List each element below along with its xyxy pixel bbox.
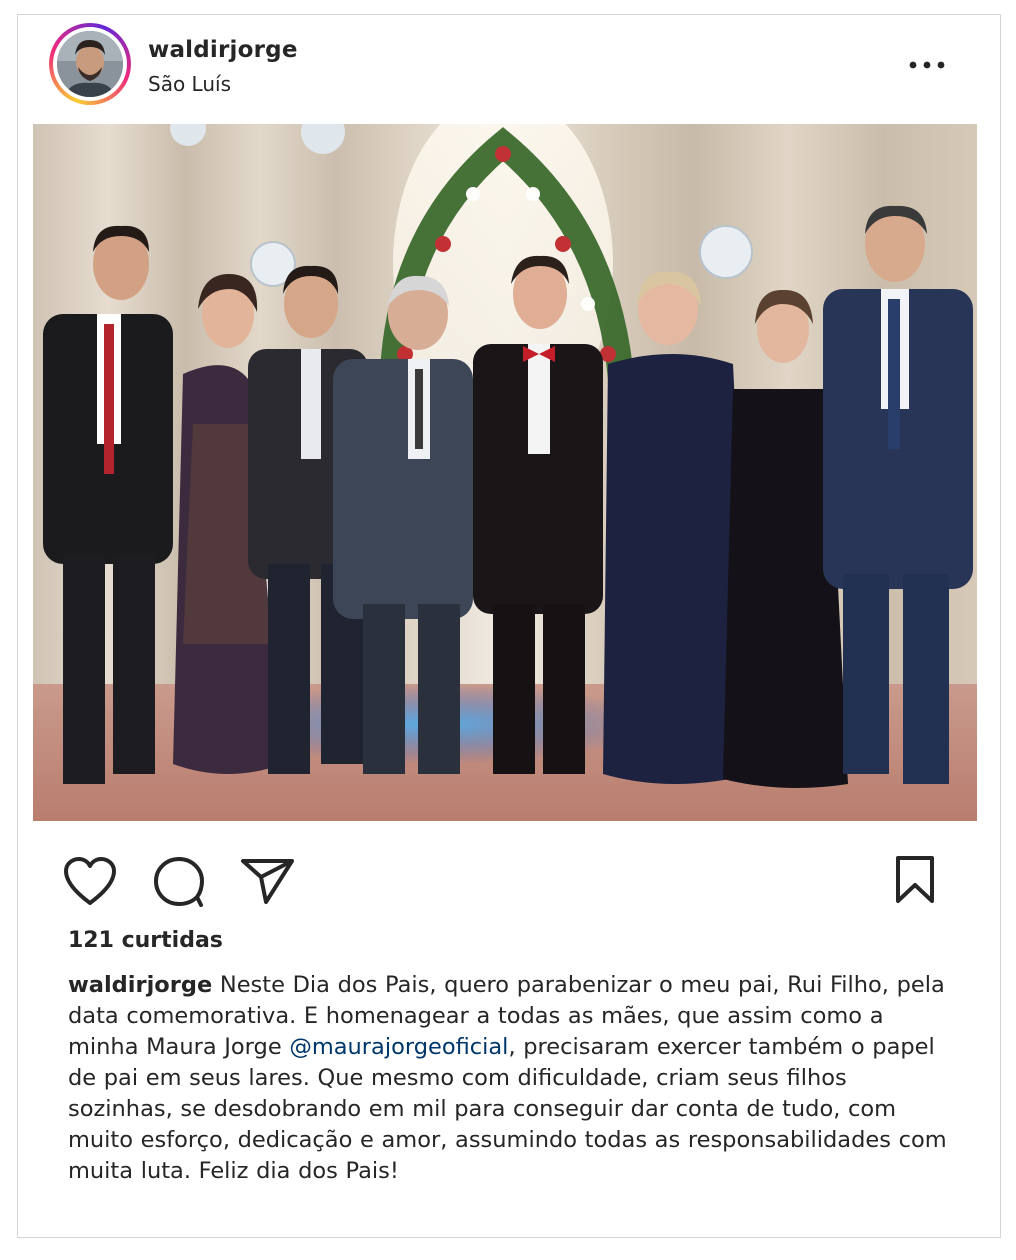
comment-icon[interactable]: [153, 857, 205, 907]
post-location[interactable]: São Luís: [148, 72, 231, 96]
caption-mention-link[interactable]: @maurajorgeoficial: [289, 1034, 508, 1060]
bookmark-icon[interactable]: [894, 855, 936, 905]
post-caption: waldirjorge Neste Dia dos Pais, quero pa…: [68, 970, 948, 1187]
post-actions: [18, 821, 1000, 921]
avatar[interactable]: [57, 31, 123, 97]
avatar-story-ring[interactable]: [49, 23, 131, 105]
post-header: waldirjorge São Luís: [18, 15, 1000, 123]
avatar-gap: [53, 27, 127, 101]
post-photo-illustration: [33, 124, 977, 821]
post-username[interactable]: waldirjorge: [148, 37, 298, 63]
more-horizontal-icon[interactable]: [908, 55, 946, 75]
post-photo[interactable]: [33, 124, 977, 821]
instagram-post-card: waldirjorge São Luís 121 curtidas waldir…: [17, 14, 1001, 1238]
avatar-image: [57, 31, 123, 97]
likes-count[interactable]: 121 curtidas: [68, 928, 223, 953]
caption-username[interactable]: waldirjorge: [68, 972, 212, 998]
send-icon[interactable]: [240, 857, 296, 905]
heart-icon[interactable]: [63, 857, 117, 907]
